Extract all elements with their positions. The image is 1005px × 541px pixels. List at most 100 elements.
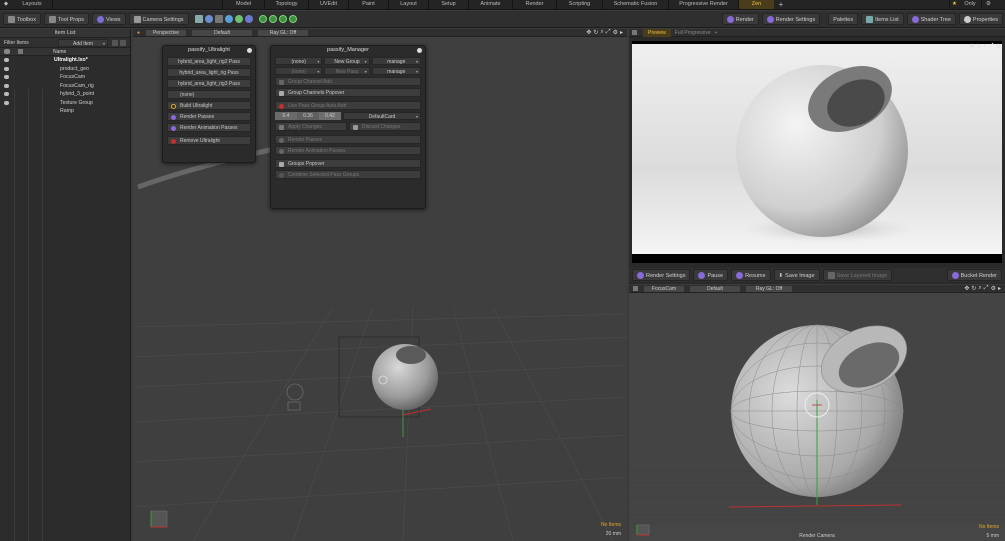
groups-popover-button[interactable]: Groups Popover [275, 159, 421, 168]
view-type-dropdown[interactable]: Perspective [146, 29, 187, 36]
close-icon[interactable] [417, 48, 422, 53]
move-view-icon[interactable]: ✥ [586, 29, 591, 36]
group-select[interactable]: (none) [275, 57, 323, 66]
tab-model[interactable]: Model [222, 0, 264, 9]
tab-topology[interactable]: Topology [264, 0, 308, 9]
tool-icon-7[interactable] [258, 15, 267, 23]
views-button[interactable]: Views [91, 13, 126, 25]
tool-props-button[interactable]: Tool Props [43, 13, 89, 25]
eye-icon[interactable] [4, 75, 9, 79]
fit-icon[interactable]: ⤢ [989, 43, 994, 50]
render-settings-button[interactable]: Render Settings [761, 13, 821, 25]
tool-icon-5[interactable] [234, 15, 243, 23]
maximize-view-icon[interactable]: ⤢ [984, 285, 989, 292]
zoom-view-icon[interactable]: ⌕ [600, 29, 603, 36]
save-layered-image-button[interactable]: Save Layered Image [822, 269, 893, 281]
add-tab-icon[interactable]: + [774, 0, 788, 9]
raygl-dropdown[interactable]: Ray GL: Off [258, 29, 309, 36]
list-item[interactable]: hybrid_3_point [0, 90, 130, 99]
eye-icon[interactable] [4, 83, 9, 88]
tab-full-progressive[interactable]: Full Progressive [675, 30, 711, 36]
add-preview-tab-icon[interactable]: + [715, 30, 718, 36]
properties-button[interactable]: Properties [958, 13, 1003, 25]
list-item[interactable]: product_geo [0, 65, 130, 74]
list-item[interactable]: FocusCam [0, 73, 130, 82]
tab-paint[interactable]: Paint [348, 0, 388, 9]
visibility-column-icon[interactable] [4, 49, 10, 54]
discard-changes-button[interactable]: Discard Changes [349, 122, 421, 131]
build-ultralight-button[interactable]: Build Ultralight [167, 101, 251, 110]
card-select[interactable]: DefaultCard [343, 112, 421, 121]
manage-group-dropdown[interactable]: manage [371, 57, 421, 66]
toolbox-button[interactable]: Toolbox [3, 13, 41, 25]
preview-menu-icon[interactable] [632, 30, 637, 35]
rotate-view-icon[interactable]: ↻ [593, 29, 598, 36]
shading-style-dropdown[interactable]: Default [192, 29, 253, 36]
pause-button[interactable]: Pause [693, 269, 729, 281]
move-icon[interactable]: ✥ [969, 43, 974, 50]
rotate-icon[interactable]: ↻ [976, 43, 981, 50]
color-value-b[interactable]: 0.42 [319, 112, 341, 120]
tab-animate[interactable]: Animate [468, 0, 512, 9]
tab-scripting[interactable]: Scripting [556, 0, 602, 9]
new-group-button[interactable]: New Group [324, 57, 370, 66]
tab-render[interactable]: Render [512, 0, 556, 9]
manager-render-passes-button[interactable]: Render Passes [275, 135, 421, 144]
new-pass-button[interactable]: New Pass [324, 67, 370, 76]
preview-gear-icon[interactable]: ⚙ [996, 43, 1001, 50]
tab-setup[interactable]: Setup [428, 0, 468, 9]
tool-icon-3[interactable] [214, 15, 223, 23]
tab-uvedit[interactable]: UVEdit [308, 0, 348, 9]
palettes-button[interactable]: Palettes [828, 13, 859, 25]
tab-zen[interactable]: Zen [738, 0, 774, 9]
list-item[interactable]: FocusCam_rig [0, 82, 130, 91]
camera-style-dropdown[interactable]: Default [690, 285, 740, 292]
shader-tree-button[interactable]: Shader Tree [906, 13, 956, 25]
light-rig-icon[interactable] [286, 383, 304, 411]
render-passes-button[interactable]: Render Passes [167, 112, 251, 121]
list-item[interactable]: Texture Group [0, 99, 130, 108]
app-menu-icon[interactable]: ◆ [0, 0, 12, 9]
eye-icon[interactable] [4, 100, 9, 105]
manage-pass-dropdown[interactable]: manage [371, 67, 421, 76]
star-icon[interactable]: ★ [949, 0, 959, 9]
color-value-r[interactable]: 0.4 [275, 112, 297, 120]
viewport-menu-icon[interactable]: ● [137, 30, 140, 36]
eye-icon[interactable] [4, 58, 9, 62]
apply-changes-button[interactable]: Apply Changes [275, 122, 347, 131]
lock-column-icon[interactable] [18, 49, 23, 54]
zoom-icon[interactable]: ⌕ [983, 43, 986, 50]
tool-icon-9[interactable] [278, 15, 287, 23]
viewport-gear-icon[interactable]: ⚙ [613, 29, 618, 36]
eye-icon[interactable] [4, 66, 9, 71]
render-animation-passes-button[interactable]: Render Animation Passes [167, 123, 251, 132]
add-item-dropdown[interactable]: Add Item [58, 38, 108, 48]
tool-icon-8[interactable] [268, 15, 277, 23]
items-list-button[interactable]: Items List [861, 13, 904, 25]
pass-none-button[interactable]: (none) [167, 90, 251, 99]
close-icon[interactable] [247, 48, 252, 53]
save-image-button[interactable]: ⬇ Save Image [773, 269, 820, 281]
resume-button[interactable]: Resume [731, 269, 771, 281]
list-item[interactable]: Ultralight.lxo* [0, 56, 130, 65]
viewport-arrow-icon[interactable]: ▸ [620, 29, 623, 36]
tool-icon-2[interactable] [204, 15, 213, 23]
color-value-g[interactable]: 0.36 [297, 112, 319, 120]
gear-icon[interactable]: ⚙ [981, 0, 995, 9]
rotate-view-icon[interactable]: ↻ [971, 285, 976, 292]
group-channel-add-button[interactable]: Group Channel Add [275, 77, 421, 86]
tool-icon-4[interactable] [224, 15, 233, 23]
tab-preview[interactable]: Preview [643, 28, 671, 37]
filter-items-dropdown[interactable]: Filter Items [0, 40, 50, 46]
pass-button[interactable]: hybrid_area_light_rig Pass [167, 68, 251, 77]
preview-render-settings-button[interactable]: Render Settings [632, 269, 691, 281]
layouts-menu[interactable]: Layouts [12, 0, 52, 9]
move-view-icon[interactable]: ✥ [964, 285, 969, 292]
pass-button[interactable]: hybrid_area_light_rig3 Pass [167, 79, 251, 88]
maximize-view-icon[interactable]: ⤢ [606, 29, 611, 36]
tab-layout[interactable]: Layout [388, 0, 428, 9]
tool-icon-10[interactable] [288, 15, 297, 23]
list-option-icon-2[interactable] [120, 39, 126, 46]
pass-button[interactable]: hybrid_area_light_rig2 Pass [167, 57, 251, 66]
manager-render-animation-button[interactable]: Render Animation Passes [275, 146, 421, 155]
